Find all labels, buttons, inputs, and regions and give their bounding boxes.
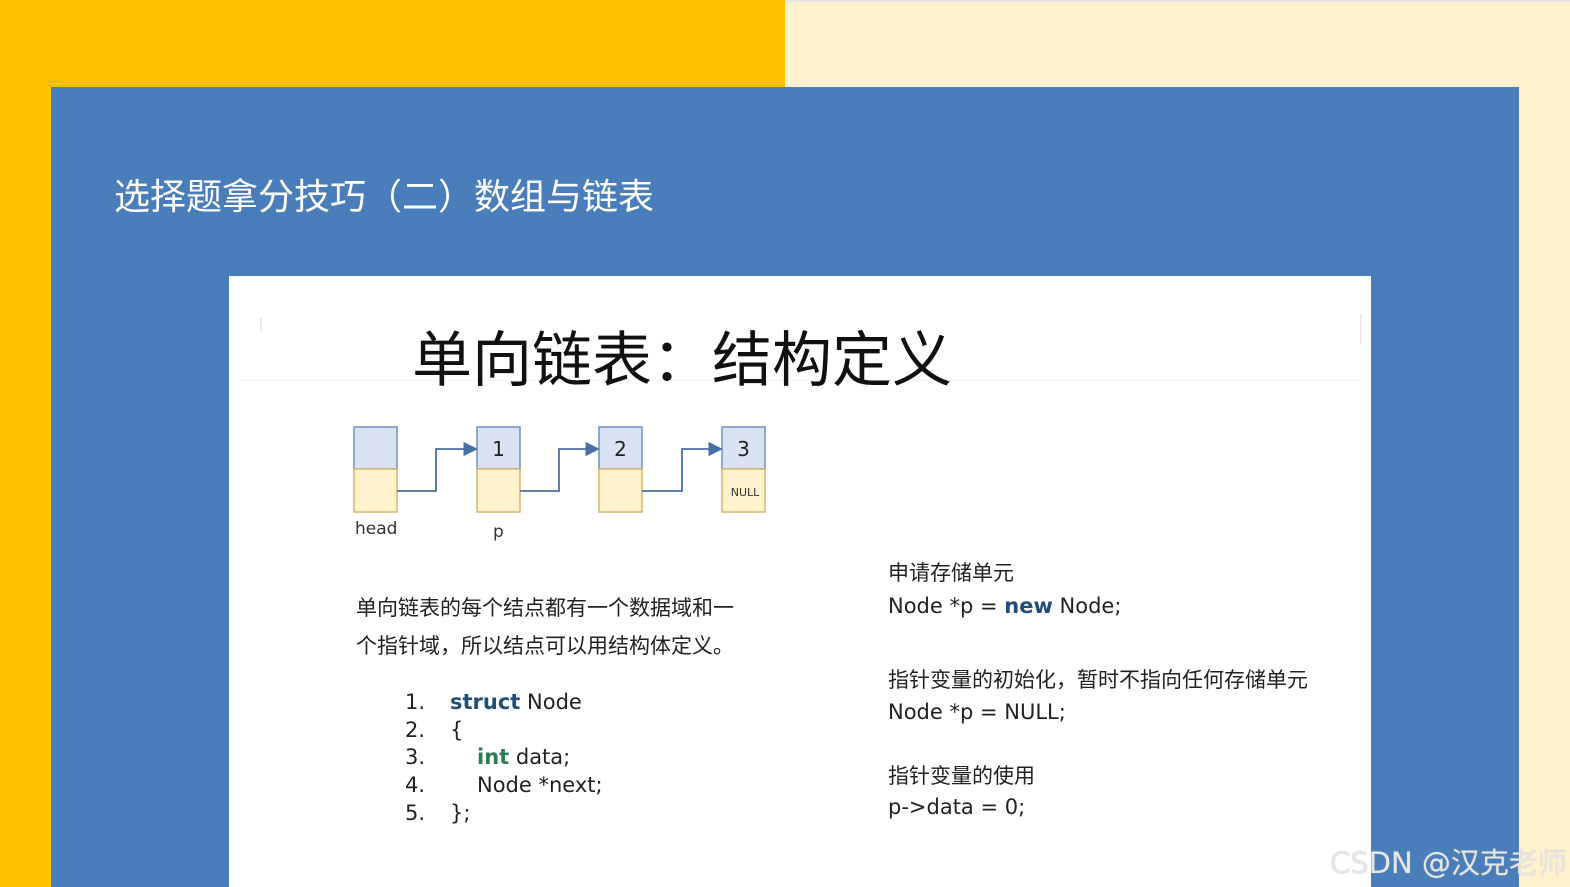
description-line: 单向链表的每个结点都有一个数据域和一: [356, 596, 734, 620]
list-node-1: 1: [476, 426, 521, 513]
pointer-arrow: [642, 441, 723, 492]
code-text: Node: [520, 690, 582, 714]
code-text: {: [450, 718, 464, 742]
use-heading: 指针变量的使用: [888, 764, 1035, 788]
card-title: 单向链表：结构定义: [412, 326, 952, 396]
list-node-2: 2: [598, 426, 643, 513]
code-line: 3. int data;: [405, 745, 570, 769]
code-text: };: [450, 801, 471, 825]
line-number: 3.: [405, 745, 426, 769]
linked-list-diagram: 1 2 3 NULL head p: [353, 426, 766, 542]
null-label: NULL: [731, 486, 760, 499]
code-text: Node *next;: [477, 773, 603, 797]
init-heading: 指针变量的初始化，暂时不指向任何存储单元: [888, 668, 1308, 692]
use-code: p->data = 0;: [888, 795, 1026, 819]
node-value: 1: [492, 437, 505, 461]
code-line: 4. Node *next;: [405, 773, 603, 797]
node-value: 2: [614, 437, 627, 461]
code-text: Node *p =: [888, 594, 1005, 618]
pointer-arrow: [520, 441, 600, 492]
code-line: 5.};: [405, 801, 470, 825]
head-label: head: [355, 519, 397, 539]
keyword-struct: struct: [450, 690, 521, 714]
keyword-new: new: [1004, 594, 1053, 618]
csdn-watermark: CSDN @汉克老师: [1330, 846, 1567, 880]
alloc-heading: 申请存储单元: [888, 561, 1014, 585]
line-number: 4.: [405, 773, 426, 797]
alloc-code: Node *p = new Node;: [888, 594, 1121, 618]
p-label: p: [493, 522, 504, 542]
list-node-3: 3 NULL: [721, 426, 766, 513]
code-line: 2. {: [405, 718, 463, 742]
description-line: 个指针域，所以结点可以用结构体定义。: [356, 634, 734, 658]
pointer-arrow: [397, 441, 478, 492]
top-border-line: [785, 0, 1570, 2]
list-node-head: [353, 426, 398, 513]
slide-title: 选择题拿分技巧（二）数组与链表: [114, 177, 655, 218]
code-line: 1. struct Node: [405, 690, 582, 714]
code-text: data;: [509, 745, 571, 769]
init-code: Node *p = NULL;: [888, 700, 1066, 724]
keyword-int: int: [477, 745, 510, 769]
code-text: Node;: [1052, 594, 1122, 618]
line-number: 2.: [405, 718, 426, 742]
card-corner-mark: [1360, 314, 1362, 344]
node-value: 3: [737, 437, 750, 461]
line-number: 5.: [405, 801, 426, 825]
line-number: 1.: [405, 690, 426, 714]
card-corner-mark: [260, 318, 262, 332]
